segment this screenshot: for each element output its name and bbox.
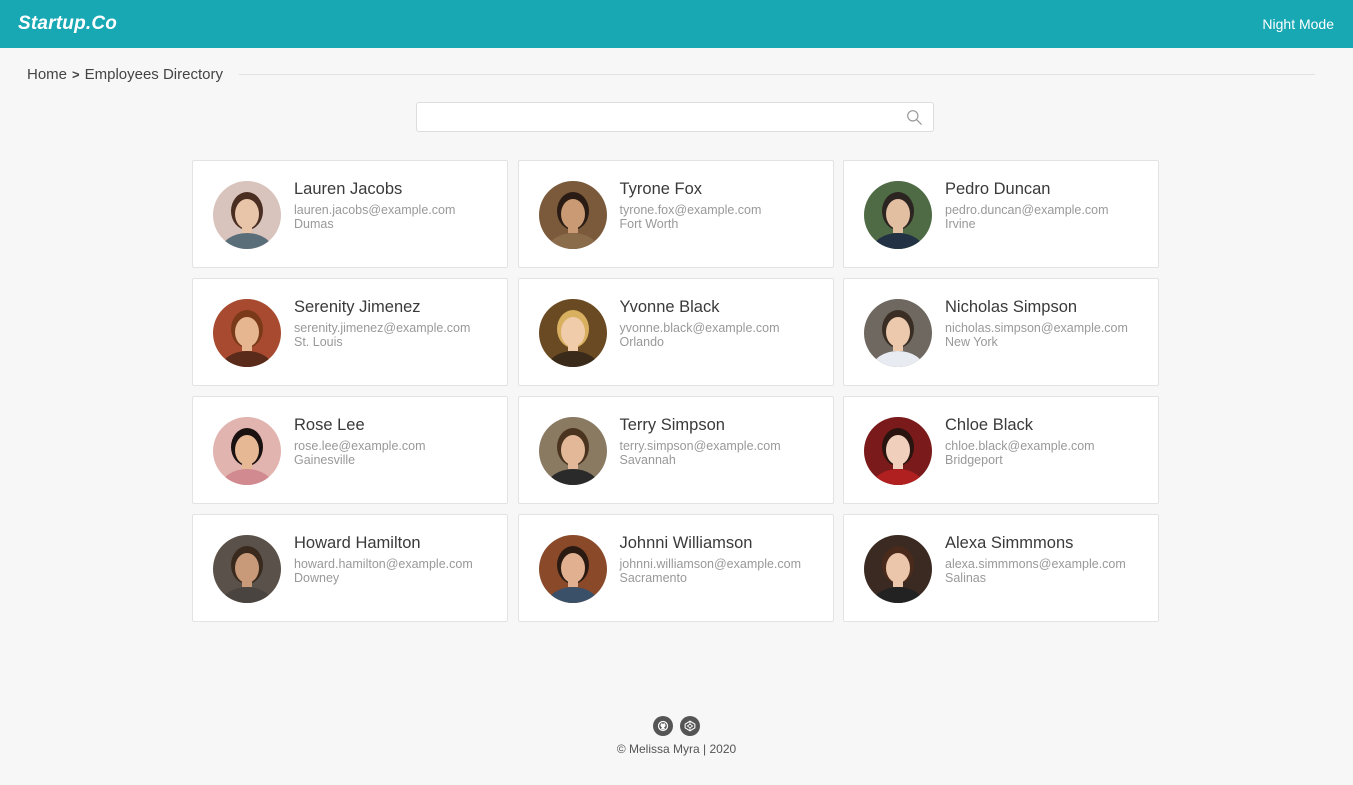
employee-info: Terry Simpson terry.simpson@example.com Sa… [620, 415, 827, 467]
employee-card[interactable]: Rose Lee rose.lee@example.com Gainesville [192, 396, 508, 504]
employee-info: Howard Hamilton howard.hamilton@example.c… [294, 533, 501, 585]
avatar [864, 535, 932, 603]
avatar [213, 299, 281, 367]
employee-info: Yvonne Black yvonne.black@example.com Orla… [620, 297, 827, 349]
employee-card[interactable]: Alexa Simmmons alexa.simmmons@example.com… [843, 514, 1159, 622]
footer-icons [0, 716, 1353, 736]
employee-city: Irvine [945, 217, 976, 231]
employee-email: terry.simpson@example.com [619, 439, 781, 453]
employee-city: Sacramento [619, 571, 687, 585]
employee-info: Serenity Jimenez serenity.jimenez@example… [294, 297, 501, 349]
avatar [538, 181, 607, 249]
employee-name: Howard Hamilton [294, 534, 421, 552]
employee-city: Gainesville [294, 453, 356, 467]
search-icon[interactable] [906, 109, 923, 126]
employee-city: Bridgeport [945, 453, 1003, 467]
employee-city: Salinas [945, 571, 986, 585]
employee-info: Tyrone Fox tyrone.fox@example.com Fort Wor… [620, 179, 827, 231]
employee-card[interactable]: Howard Hamilton howard.hamilton@example.c… [192, 514, 508, 622]
avatar [213, 535, 281, 603]
avatar [864, 299, 932, 367]
employee-card[interactable]: Terry Simpson terry.simpson@example.com Sa… [517, 396, 834, 504]
employee-name: Alexa Simmmons [945, 534, 1074, 552]
avatar [213, 181, 281, 249]
night-mode-toggle[interactable]: Night Mode [1262, 16, 1334, 32]
employee-card[interactable]: Pedro Duncan pedro.duncan@example.com Irvi… [843, 160, 1159, 268]
employee-email: yvonne.black@example.com [619, 321, 780, 335]
breadcrumb-current: Employees Directory [84, 66, 223, 83]
employee-name: Johnni Williamson [619, 534, 753, 552]
avatar [538, 535, 607, 603]
employee-info: Johnni Williamson johnni.williamson@examp… [620, 533, 827, 585]
breadcrumb-divider [239, 74, 1315, 75]
employee-name: Terry Simpson [619, 416, 725, 434]
employee-city: New York [945, 335, 998, 349]
employee-name: Rose Lee [294, 416, 365, 434]
search-input[interactable] [417, 103, 933, 131]
employee-city: Dumas [294, 217, 334, 231]
search-box [416, 102, 934, 132]
employee-card[interactable]: Johnni Williamson johnni.williamson@examp… [517, 514, 834, 622]
employee-email: nicholas.simpson@example.com [945, 321, 1128, 335]
employee-name: Tyrone Fox [619, 180, 703, 198]
avatar [538, 299, 607, 367]
copyright-text: © Melissa Myra | 2020 [616, 742, 737, 756]
codepen-icon[interactable] [680, 716, 700, 736]
employee-email: howard.hamilton@example.com [294, 557, 473, 571]
breadcrumb: Home > Employees Directory [27, 66, 223, 83]
avatar [213, 417, 281, 485]
avatar [864, 417, 932, 485]
employee-info: Alexa Simmmons alexa.simmmons@example.com… [945, 533, 1152, 585]
employee-email: tyrone.fox@example.com [619, 203, 762, 217]
employee-email: pedro.duncan@example.com [945, 203, 1109, 217]
employee-card[interactable]: Lauren Jacobs lauren.jacobs@example.com Du… [192, 160, 508, 268]
breadcrumb-home-link[interactable]: Home [27, 66, 67, 83]
employee-info: Lauren Jacobs lauren.jacobs@example.com Du… [294, 179, 501, 231]
employee-name: Pedro Duncan [945, 180, 1051, 198]
employee-name: Serenity Jimenez [294, 298, 421, 316]
employee-email: rose.lee@example.com [294, 439, 426, 453]
brand-logo[interactable]: Startup.Co [18, 13, 117, 35]
employee-name: Yvonne Black [619, 298, 720, 316]
employee-email: chloe.black@example.com [945, 439, 1095, 453]
footer: © Melissa Myra | 2020 [0, 716, 1353, 756]
avatar [538, 417, 607, 485]
employee-city: Fort Worth [619, 217, 679, 231]
employee-name: Lauren Jacobs [294, 180, 403, 198]
employee-name: Chloe Black [945, 416, 1034, 434]
employee-card[interactable]: Nicholas Simpson nicholas.simpson@example… [843, 278, 1159, 386]
employee-card[interactable]: Serenity Jimenez serenity.jimenez@example… [192, 278, 508, 386]
employee-email: lauren.jacobs@example.com [294, 203, 456, 217]
breadcrumb-separator: > [72, 67, 80, 82]
employee-city: Downey [294, 571, 340, 585]
employee-info: Pedro Duncan pedro.duncan@example.com Irvi… [945, 179, 1152, 231]
employee-card[interactable]: Tyrone Fox tyrone.fox@example.com Fort Wor… [517, 160, 834, 268]
employee-card[interactable]: Chloe Black chloe.black@example.com Bridge… [843, 396, 1159, 504]
employee-card[interactable]: Yvonne Black yvonne.black@example.com Orla… [517, 278, 834, 386]
employee-city: St. Louis [294, 335, 343, 349]
employee-city: Savannah [619, 453, 676, 467]
navbar: Startup.Co Night Mode [0, 0, 1353, 48]
employee-name: Nicholas Simpson [945, 298, 1078, 316]
employee-city: Orlando [619, 335, 664, 349]
avatar [864, 181, 932, 249]
employee-email: alexa.simmmons@example.com [945, 557, 1126, 571]
employee-info: Rose Lee rose.lee@example.com Gainesville [294, 415, 501, 467]
employee-email: serenity.jimenez@example.com [294, 321, 471, 335]
employee-grid: Lauren Jacobs lauren.jacobs@example.com Du… [192, 160, 1159, 622]
github-icon[interactable] [653, 716, 673, 736]
employee-email: johnni.williamson@example.com [619, 557, 802, 571]
employee-info: Nicholas Simpson nicholas.simpson@example… [945, 297, 1152, 349]
employee-info: Chloe Black chloe.black@example.com Bridge… [945, 415, 1152, 467]
breadcrumb-row: Home > Employees Directory [27, 66, 1315, 83]
